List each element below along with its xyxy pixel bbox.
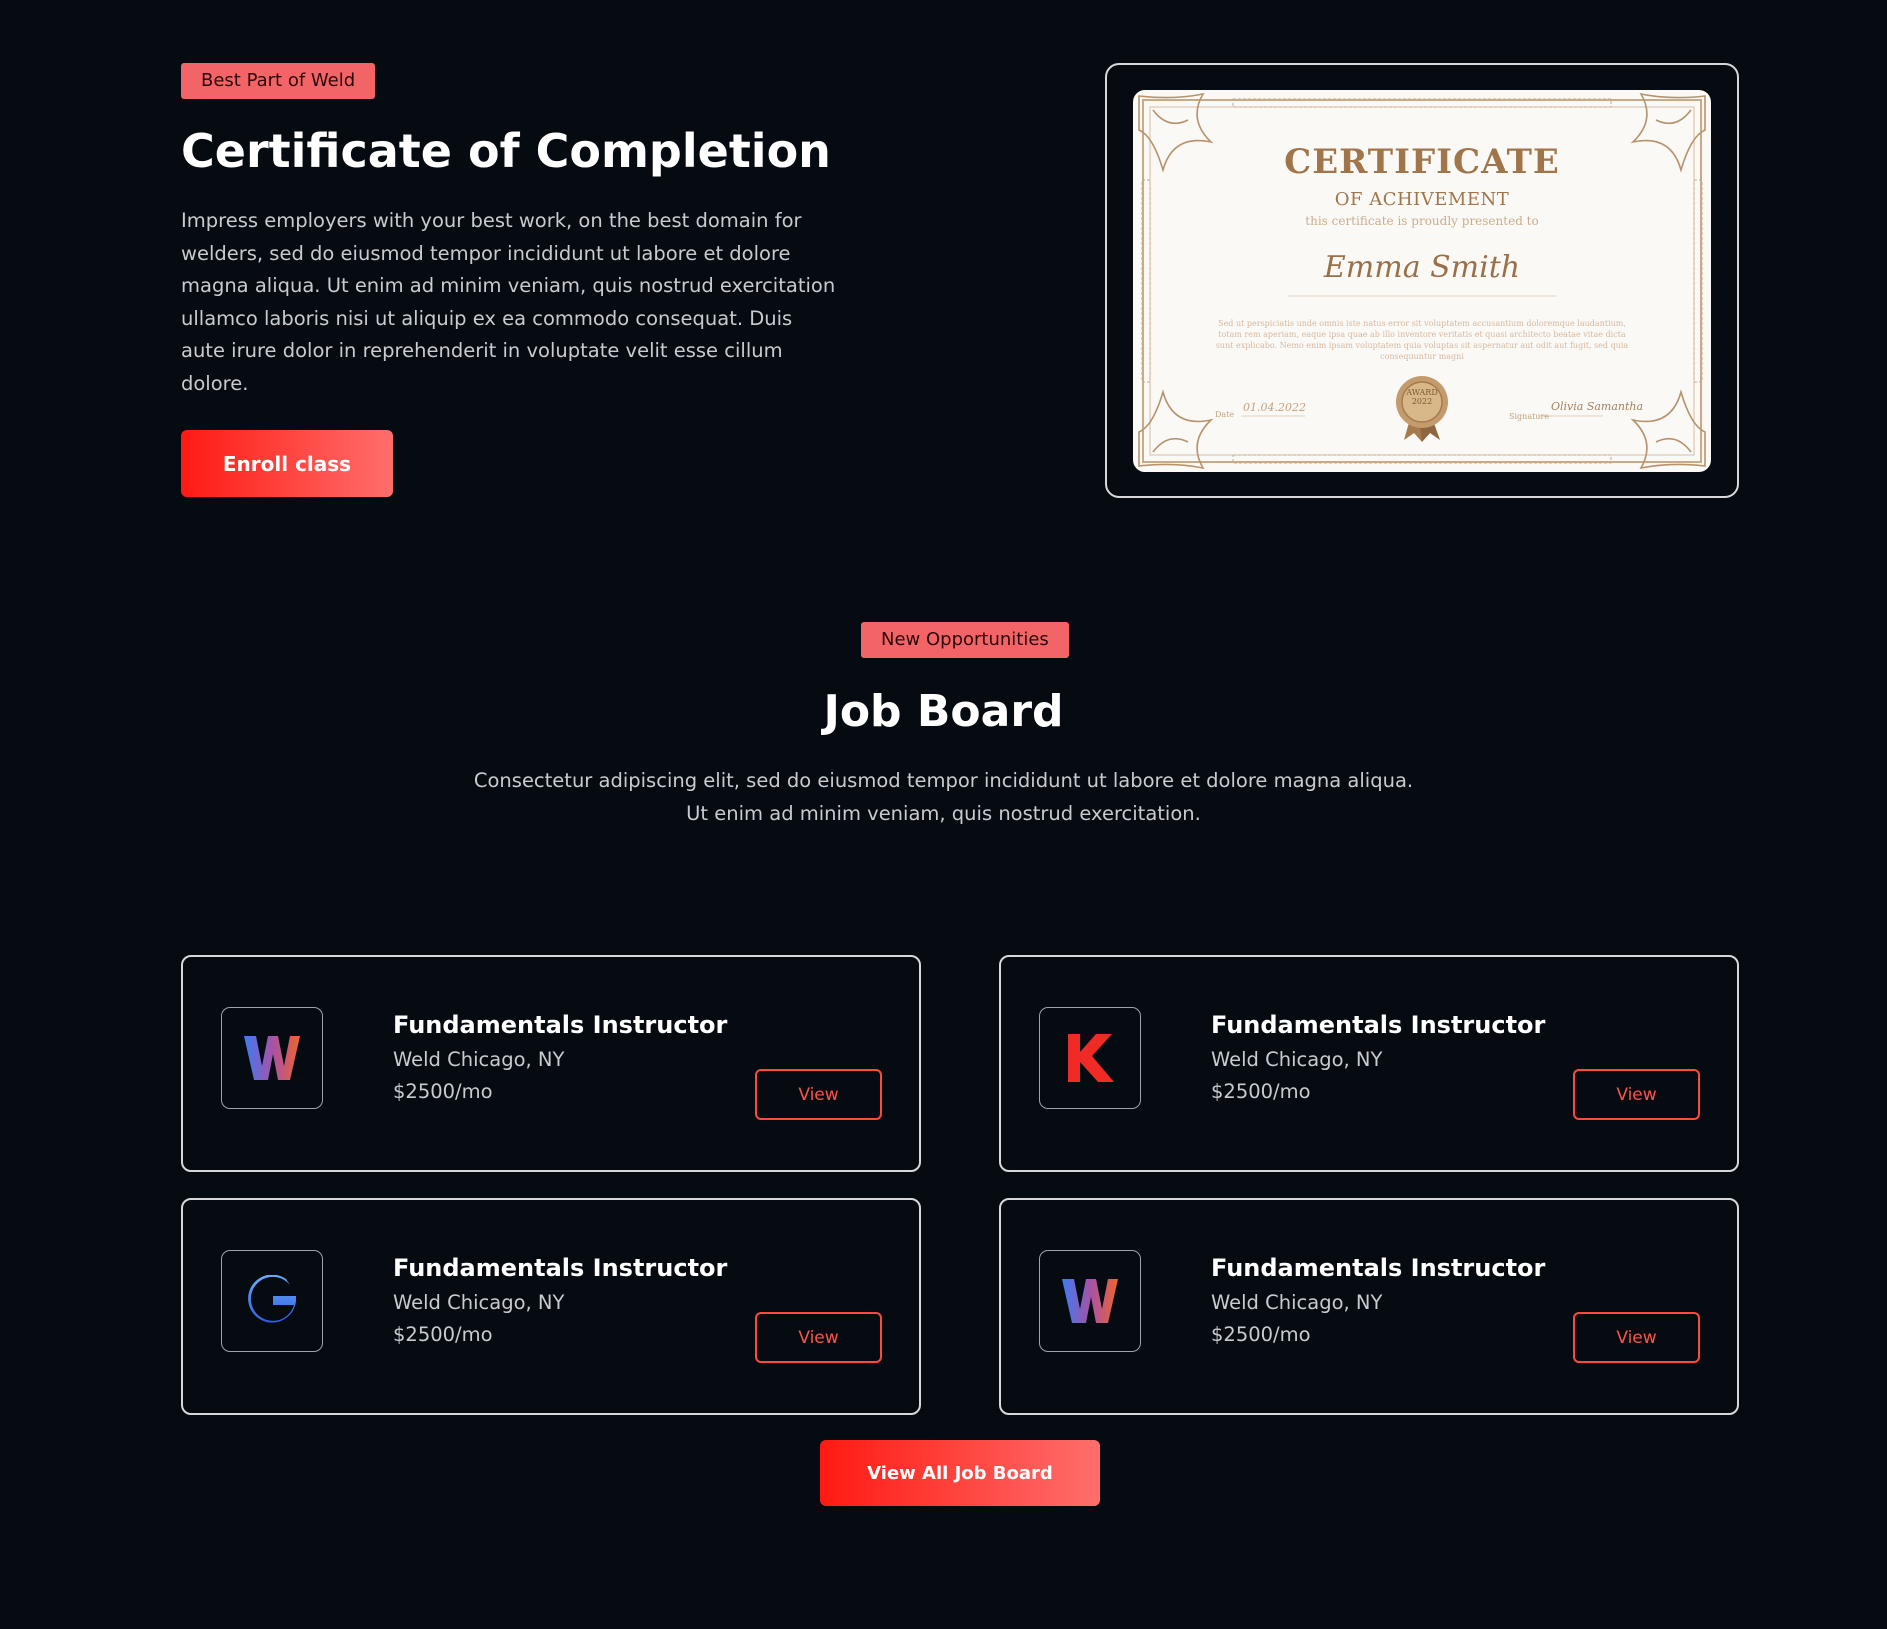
- job-board-description-line: Ut enim ad minim veniam, quis nostrud ex…: [686, 802, 1201, 825]
- job-salary: $2500/mo: [393, 1080, 493, 1103]
- view-job-button[interactable]: View: [755, 1069, 882, 1120]
- certificate-description: Impress employers with your best work, o…: [181, 209, 836, 395]
- job-title: Fundamentals Instructor: [1211, 1254, 1546, 1282]
- job-title: Fundamentals Instructor: [1211, 1011, 1546, 1039]
- company-logo: [1039, 1007, 1141, 1109]
- certificate-date: 01.04.2022: [1243, 401, 1306, 414]
- job-board-description-line: Consectetur adipiscing elit, sed do eius…: [473, 769, 1414, 792]
- job-card: Fundamentals Instructor Weld Chicago, NY…: [999, 955, 1739, 1172]
- certificate-signature-label: Signature: [1509, 412, 1550, 421]
- certificate-body-text: Sed ut perspiciatis unde omnis iste natu…: [1215, 319, 1629, 361]
- certificate-recipient-name: Emma Smith: [1323, 250, 1521, 285]
- job-location: Weld Chicago, NY: [393, 1291, 565, 1314]
- job-card: Fundamentals Instructor Weld Chicago, NY…: [999, 1198, 1739, 1415]
- job-salary: $2500/mo: [393, 1323, 493, 1346]
- certificate-title: Certificate of Completion: [181, 124, 831, 178]
- certificate-image: CERTIFICATE OF ACHIVEMENT this certifica…: [1133, 90, 1711, 472]
- job-location: Weld Chicago, NY: [1211, 1291, 1383, 1314]
- job-board-title: Job Board: [823, 686, 1064, 737]
- certificate-subheading: OF ACHIVEMENT: [1334, 189, 1510, 210]
- k-logo-icon: [1068, 1034, 1114, 1082]
- certificate-preview: CERTIFICATE OF ACHIVEMENT this certifica…: [1105, 63, 1739, 498]
- g-logo-icon: [248, 1275, 296, 1323]
- job-card: Fundamentals Instructor Weld Chicago, NY…: [181, 1198, 921, 1415]
- certificate-signature: Olivia Samantha: [1551, 400, 1644, 413]
- job-location: Weld Chicago, NY: [393, 1048, 565, 1071]
- certificate-heading: CERTIFICATE: [1284, 142, 1560, 182]
- view-job-button[interactable]: View: [1573, 1312, 1700, 1363]
- job-title: Fundamentals Instructor: [393, 1254, 728, 1282]
- certificate-date-label: Date: [1215, 410, 1235, 419]
- company-logo: [1039, 1250, 1141, 1352]
- job-salary: $2500/mo: [1211, 1323, 1311, 1346]
- award-seal-icon: AWARD 2022: [1406, 388, 1438, 406]
- w-logo-icon: [244, 1036, 300, 1080]
- job-title: Fundamentals Instructor: [393, 1011, 728, 1039]
- job-location: Weld Chicago, NY: [1211, 1048, 1383, 1071]
- job-board-description: Consectetur adipiscing elit, sed do eius…: [0, 764, 1887, 830]
- view-job-button[interactable]: View: [1573, 1069, 1700, 1120]
- certificate-presented-text: this certificate is proudly presented to: [1305, 214, 1539, 228]
- section-badge: New Opportunities: [861, 622, 1069, 658]
- view-job-button[interactable]: View: [755, 1312, 882, 1363]
- job-card: Fundamentals Instructor Weld Chicago, NY…: [181, 955, 921, 1172]
- enroll-class-button[interactable]: Enroll class: [181, 430, 393, 497]
- section-badge: Best Part of Weld: [181, 63, 376, 99]
- company-logo: [221, 1250, 323, 1352]
- view-all-job-board-button[interactable]: View All Job Board: [820, 1440, 1100, 1506]
- w-logo-icon: [1062, 1279, 1118, 1323]
- company-logo: [221, 1007, 323, 1109]
- job-salary: $2500/mo: [1211, 1080, 1311, 1103]
